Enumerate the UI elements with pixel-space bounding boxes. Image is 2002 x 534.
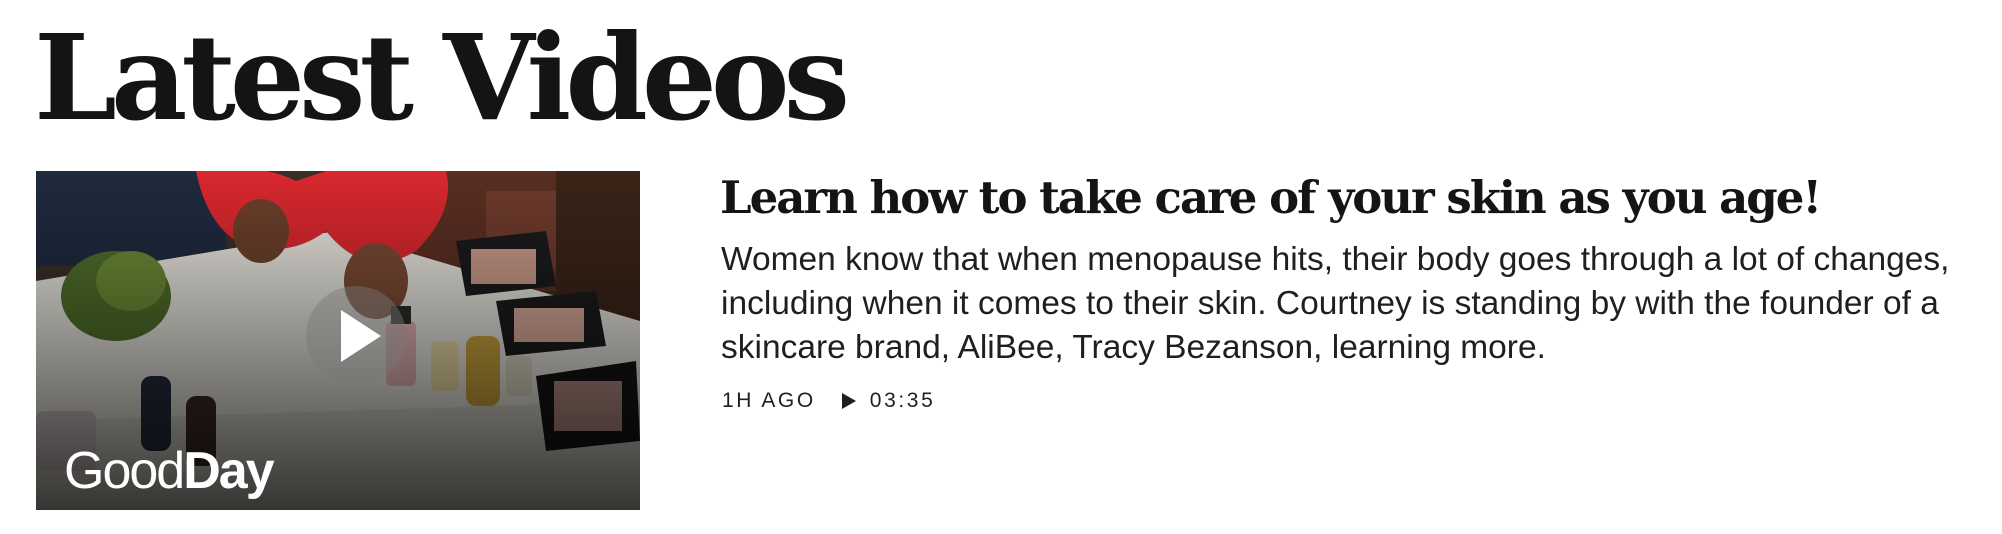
logo-text-good: Good bbox=[64, 442, 185, 500]
video-description: Women know that when menopause hits, the… bbox=[721, 241, 1950, 366]
logo-text-day: Day bbox=[183, 442, 274, 500]
section-title: Latest Videos bbox=[34, 8, 850, 147]
play-icon bbox=[341, 310, 381, 362]
play-icon-small bbox=[841, 393, 856, 409]
play-button[interactable] bbox=[306, 286, 406, 386]
time-ago: 1H AGO bbox=[722, 389, 816, 412]
video-title-link[interactable]: Learn how to take care of your skin as y… bbox=[720, 166, 1980, 230]
video-thumbnail[interactable]: GoodDay bbox=[36, 171, 640, 510]
video-meta: 1H AGO 03:35 bbox=[722, 386, 935, 416]
goodday-logo: GoodDay bbox=[64, 441, 275, 501]
video-duration: 03:35 bbox=[869, 389, 936, 412]
